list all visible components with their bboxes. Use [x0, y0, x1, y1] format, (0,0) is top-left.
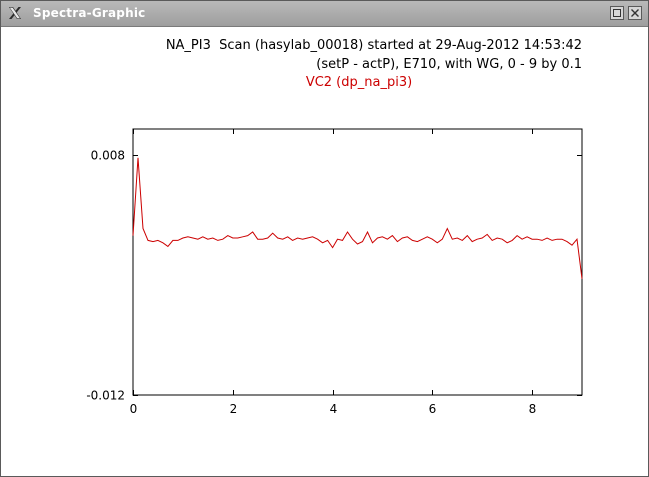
- x-tick-label: 4: [330, 402, 338, 416]
- spectra-graphic-window: Spectra-Graphic NA_PI3 Scan (hasylab_000…: [0, 0, 649, 477]
- x-tick-label: 0: [130, 402, 138, 416]
- chart-ticks: [133, 129, 582, 396]
- y-tick-label: -0.012: [86, 389, 125, 403]
- x-tick-label: 2: [230, 402, 238, 416]
- chart-tick-labels: 0 2 4 6 8 0.008 -0.012: [86, 149, 536, 417]
- chart-axes: [132, 128, 583, 396]
- x-tick-label: 8: [529, 402, 537, 416]
- x-tick-label: 6: [429, 402, 437, 416]
- plot-frame: [132, 128, 583, 396]
- series-line: [132, 157, 583, 279]
- chart-series: [132, 157, 583, 279]
- line-chart: 0 2 4 6 8 0.008 -0.012: [86, 128, 583, 417]
- y-tick-label: 0.008: [91, 149, 125, 163]
